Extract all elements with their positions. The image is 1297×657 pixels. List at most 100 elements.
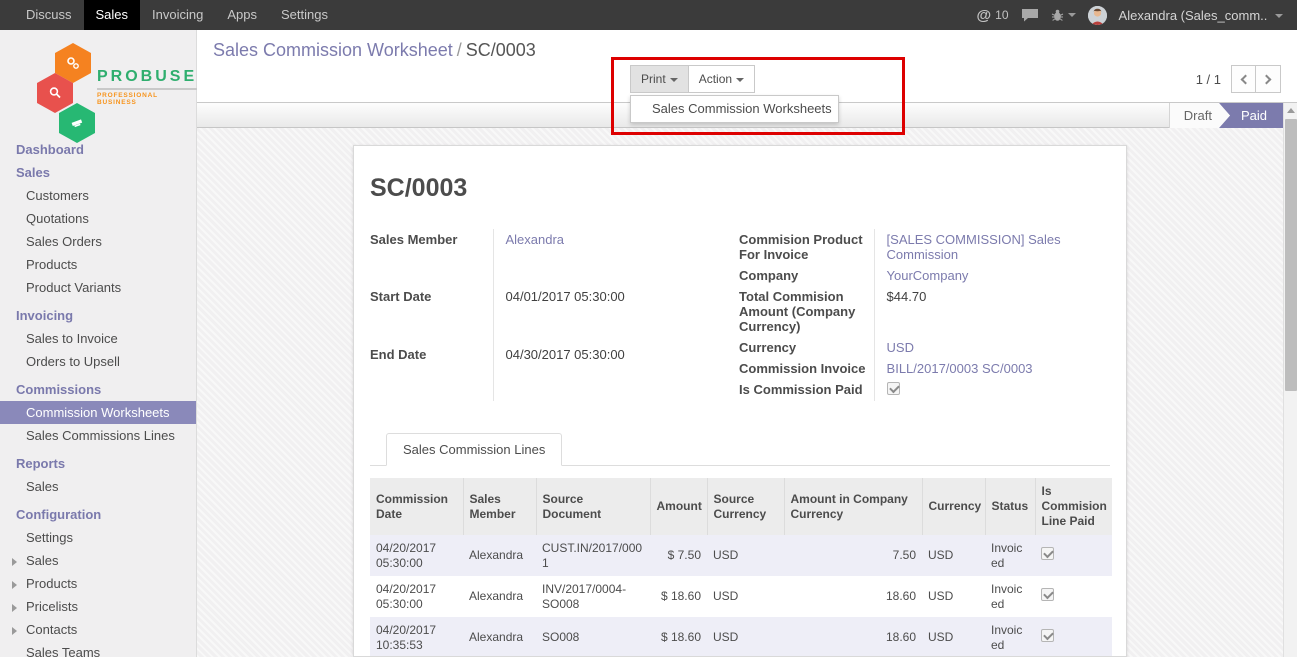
sidebar-item-customers[interactable]: Customers	[0, 184, 196, 207]
field-is-commission-paid: Is Commission Paid	[729, 379, 1110, 401]
form-sheet: SC/0003 Sales Member Alexandra Start Dat…	[353, 145, 1127, 657]
print-button[interactable]: Print	[630, 65, 689, 93]
commission-product-link[interactable]: [SALES COMMISSION] Sales Commission	[887, 232, 1061, 262]
caret-down-icon	[1068, 13, 1076, 17]
sidebar-item-sales-to-invoice[interactable]: Sales to Invoice	[0, 327, 196, 350]
caret-down-icon	[1275, 14, 1283, 18]
sidebar-item-configuration[interactable]: Configuration	[0, 503, 196, 526]
breadcrumb-parent-link[interactable]: Sales Commission Worksheet	[213, 40, 453, 60]
user-menu[interactable]: Alexandra (Sales_comm..	[1119, 8, 1283, 23]
avatar[interactable]	[1088, 6, 1107, 25]
chevron-left-icon	[1241, 75, 1251, 85]
company-link[interactable]: YourCompany	[887, 268, 969, 283]
mentions-button[interactable]: @ 10	[977, 7, 1009, 24]
commission-invoice-link[interactable]: BILL/2017/0003 SC/0003	[887, 361, 1033, 376]
topbar-right: @ 10 Alexandra (Sales_comm..	[977, 0, 1297, 30]
notebook-tabs: Sales Commission Lines	[370, 433, 1110, 466]
sidebar-item-quotations[interactable]: Quotations	[0, 207, 196, 230]
sidebar: PROBUSE PROFESSIONAL BUSINESS Dashboard …	[0, 30, 197, 657]
sidebar-item-reports-sales[interactable]: Sales	[0, 475, 196, 498]
field-groups: Sales Member Alexandra Start Date 04/01/…	[370, 229, 1110, 401]
breadcrumb-separator: /	[453, 40, 466, 60]
pager: 1 / 1	[1196, 65, 1281, 93]
pager-counter: 1 / 1	[1196, 72, 1221, 87]
sidebar-item-config-products[interactable]: Products	[0, 572, 196, 595]
record-title: SC/0003	[370, 174, 1110, 203]
chevron-right-icon	[1262, 75, 1272, 85]
line-paid-checkbox	[1041, 547, 1054, 560]
line-paid-checkbox	[1041, 629, 1054, 642]
sidebar-item-sales-commissions-lines[interactable]: Sales Commissions Lines	[0, 424, 196, 447]
pager-previous-button[interactable]	[1231, 65, 1256, 93]
scrollbar-up-button[interactable]	[1284, 103, 1297, 118]
sidebar-item-orders-to-upsell[interactable]: Orders to Upsell	[0, 350, 196, 373]
menu-invoicing[interactable]: Invoicing	[140, 0, 215, 30]
sidebar-item-commissions[interactable]: Commissions	[0, 378, 196, 401]
sidebar-item-sales-orders[interactable]: Sales Orders	[0, 230, 196, 253]
table-row[interactable]: 04/20/2017 10:35:53 Alexandra SO008 $ 18…	[370, 617, 1112, 657]
breadcrumb-current: SC/0003	[466, 40, 536, 60]
action-button[interactable]: Action	[689, 65, 755, 93]
sales-member-link[interactable]: Alexandra	[506, 232, 565, 247]
menu-apps[interactable]: Apps	[215, 0, 269, 30]
menu-discuss[interactable]: Discuss	[14, 0, 84, 30]
logo-hexagon-tool	[59, 103, 95, 143]
field-company: Company YourCompany	[729, 265, 1110, 286]
logo-text: PROBUSE PROFESSIONAL BUSINESS	[97, 68, 197, 106]
field-sales-member: Sales Member Alexandra	[370, 229, 729, 286]
field-start-date: Start Date 04/01/2017 05:30:00	[370, 286, 729, 343]
content-area: SC/0003 Sales Member Alexandra Start Dat…	[197, 128, 1283, 657]
probuse-logo[interactable]: PROBUSE PROFESSIONAL BUSINESS	[0, 38, 196, 128]
sidebar-item-sales-teams[interactable]: Sales Teams	[0, 641, 196, 657]
table-header-row: Commission Date Sales Member Source Docu…	[370, 478, 1112, 535]
commission-lines-table: Commission Date Sales Member Source Docu…	[370, 478, 1112, 657]
statusbar: Draft Paid	[1169, 103, 1283, 128]
print-dropdown-menu: Sales Commission Worksheets	[630, 95, 839, 123]
chevron-right-icon	[12, 558, 17, 566]
left-field-group: Sales Member Alexandra Start Date 04/01/…	[370, 229, 729, 401]
field-commision-product: Commision Product For Invoice [SALES COM…	[729, 229, 1110, 265]
menu-sales[interactable]: Sales	[84, 0, 141, 30]
status-draft[interactable]: Draft	[1169, 103, 1230, 128]
field-end-date: End Date 04/30/2017 05:30:00	[370, 344, 729, 401]
field-currency: Currency USD	[729, 337, 1110, 358]
sidebar-item-commission-worksheets[interactable]: Commission Worksheets	[0, 401, 196, 424]
mention-count: 10	[995, 8, 1008, 22]
sidebar-item-product-variants[interactable]: Product Variants	[0, 276, 196, 299]
sidebar-item-invoicing[interactable]: Invoicing	[0, 304, 196, 327]
control-panel: Sales Commission Worksheet/SC/0003 Print…	[197, 30, 1297, 103]
caret-down-icon	[670, 78, 678, 82]
sidebar-item-config-sales[interactable]: Sales	[0, 549, 196, 572]
sidebar-item-config-contacts[interactable]: Contacts	[0, 618, 196, 641]
top-navbar: Discuss Sales Invoicing Apps Settings @ …	[0, 0, 1297, 30]
logo-tagline: PROFESSIONAL BUSINESS	[97, 92, 197, 106]
sidebar-item-products[interactable]: Products	[0, 253, 196, 276]
sidebar-item-sales[interactable]: Sales	[0, 161, 196, 184]
sidebar-item-dashboard[interactable]: Dashboard	[0, 138, 196, 161]
sidebar-item-config-settings[interactable]: Settings	[0, 526, 196, 549]
sidebar-item-config-pricelists[interactable]: Pricelists	[0, 595, 196, 618]
breadcrumb: Sales Commission Worksheet/SC/0003	[213, 40, 536, 61]
start-date-value: 04/01/2017 05:30:00	[493, 286, 729, 343]
end-date-value: 04/30/2017 05:30:00	[493, 344, 729, 401]
dropdown-item-sales-commission-worksheets[interactable]: Sales Commission Worksheets	[652, 101, 832, 116]
total-commission-amount-value: $44.70	[874, 286, 1110, 337]
menu-settings[interactable]: Settings	[269, 0, 340, 30]
chevron-right-icon	[12, 581, 17, 589]
table-row[interactable]: 04/20/2017 05:30:00 Alexandra INV/2017/0…	[370, 576, 1112, 617]
currency-link[interactable]: USD	[887, 340, 914, 355]
right-field-group: Commision Product For Invoice [SALES COM…	[729, 229, 1110, 401]
scrollbar-thumb[interactable]	[1285, 119, 1297, 391]
at-icon: @	[977, 7, 992, 24]
is-commission-paid-checkbox	[887, 382, 900, 395]
messages-icon[interactable]	[1021, 8, 1039, 22]
table-row[interactable]: 04/20/2017 05:30:00 Alexandra CUST.IN/20…	[370, 535, 1112, 576]
page: Discuss Sales Invoicing Apps Settings @ …	[0, 0, 1297, 657]
chevron-right-icon	[12, 627, 17, 635]
sidebar-item-reports[interactable]: Reports	[0, 452, 196, 475]
debug-icon[interactable]	[1051, 9, 1076, 22]
tab-sales-commission-lines[interactable]: Sales Commission Lines	[386, 433, 562, 466]
field-total-commision-amount: Total Commision Amount (Company Currency…	[729, 286, 1110, 337]
pager-next-button[interactable]	[1256, 65, 1281, 93]
field-commission-invoice: Commission Invoice BILL/2017/0003 SC/000…	[729, 358, 1110, 379]
